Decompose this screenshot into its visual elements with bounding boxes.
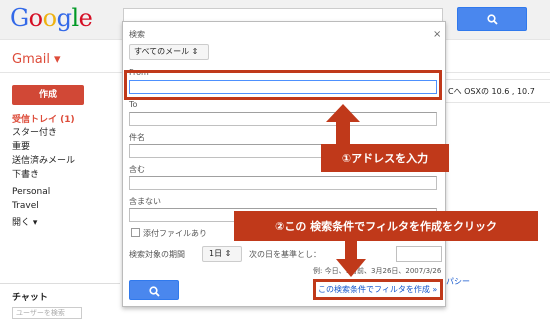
has-words-field[interactable] [129, 176, 437, 190]
search-button[interactable] [457, 7, 527, 31]
date-of-label: 次の日を基準とし： [249, 250, 321, 259]
has-words-label: 含む [129, 165, 145, 174]
compose-button[interactable]: 作成 [12, 85, 84, 105]
close-icon[interactable]: × [433, 29, 441, 40]
sidebar-item-travel[interactable]: Travel [12, 201, 39, 211]
subject-label: 件名 [129, 133, 145, 142]
sidebar-item-inbox[interactable]: 受信トレイ (1) [12, 112, 75, 125]
arrow-up-icon [326, 104, 360, 144]
google-logo[interactable]: Google [10, 4, 93, 32]
chat-title: チャット [12, 293, 48, 303]
sidebar-item-personal[interactable]: Personal [12, 187, 50, 197]
sidebar-item-drafts[interactable]: 下書き [12, 167, 39, 180]
to-label: To [129, 100, 138, 109]
doesnt-have-label: 含まない [129, 197, 161, 206]
logo-letter: G [10, 4, 29, 32]
logo-letter: o [28, 4, 43, 32]
logo-letter: e [78, 4, 93, 32]
date-within-select[interactable]: 1日 ⇕ [202, 246, 242, 262]
panel-search-button[interactable] [129, 280, 179, 300]
date-field[interactable] [396, 246, 442, 262]
sidebar-item-sent[interactable]: 送信済みメール [12, 153, 75, 166]
date-within-label: 検索対象の期間 [129, 250, 185, 259]
logo-letter: g [56, 4, 72, 32]
to-field[interactable] [129, 112, 437, 126]
logo-letter: l [71, 4, 79, 32]
date-example: 例: 今日、1日前、3月26日、2007/3/26 [313, 267, 442, 275]
panel-title: 検索 [129, 30, 145, 39]
callout-step2: ②この 検索条件でフィルタを作成をクリック [234, 211, 538, 241]
has-attachment-label: 添付ファイルあり [143, 229, 207, 238]
search-icon [149, 286, 160, 297]
has-attachment-checkbox[interactable] [131, 228, 140, 237]
arrow-down-icon [336, 241, 366, 277]
gmail-menu[interactable]: Gmail ▾ [12, 52, 61, 67]
sidebar-item-more[interactable]: 開く ▾ [12, 215, 37, 228]
sidebar-item-important[interactable]: 重要 [12, 139, 30, 152]
callout-step1: ①アドレスを入力 [321, 144, 449, 172]
privacy-link[interactable]: パシー [446, 276, 470, 287]
chat-search-input[interactable]: ユーザーを検索 [12, 307, 82, 319]
logo-letter: o [42, 4, 57, 32]
sidebar-item-starred[interactable]: スター付き [12, 125, 57, 138]
search-icon [487, 14, 498, 25]
divider [0, 283, 120, 284]
mail-snippet: Cへ OSXの 10.6 , 10.7 [448, 87, 535, 96]
highlight-from-field [124, 70, 442, 100]
highlight-create-filter [313, 279, 443, 300]
scope-select[interactable]: すべてのメール ⇕ [129, 44, 209, 60]
